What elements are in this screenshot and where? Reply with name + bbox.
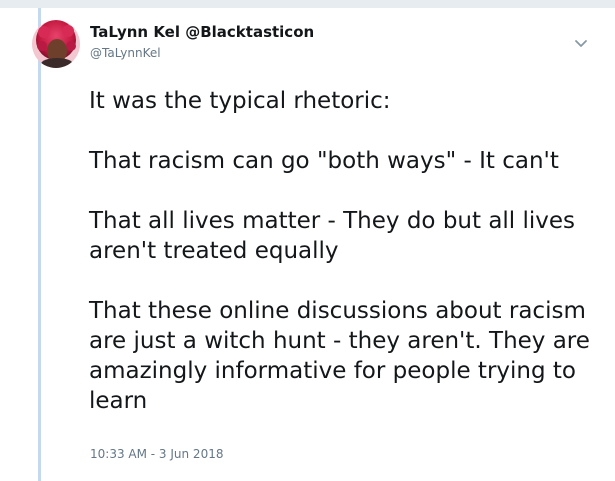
display-name[interactable]: TaLynn Kel @Blacktasticon <box>90 23 314 41</box>
thread-connector-line <box>38 8 41 481</box>
tweet-timestamp[interactable]: 10:33 AM - 3 Jun 2018 <box>90 447 223 461</box>
tweet-paragraph: That these online discussions about raci… <box>89 298 590 414</box>
avatar[interactable] <box>32 20 80 68</box>
tweet-paragraph: That racism can go "both ways" - It can'… <box>89 148 559 174</box>
tweet-paragraph: It was the typical rhetoric: <box>89 88 391 114</box>
chevron-down-icon[interactable] <box>571 36 591 52</box>
tweet-text: It was the typical rhetoric: That racism… <box>89 86 599 416</box>
tweet-paragraph: That all lives matter - They do but all … <box>89 208 576 264</box>
divider <box>0 0 615 8</box>
user-handle[interactable]: @TaLynnKel <box>90 46 161 60</box>
